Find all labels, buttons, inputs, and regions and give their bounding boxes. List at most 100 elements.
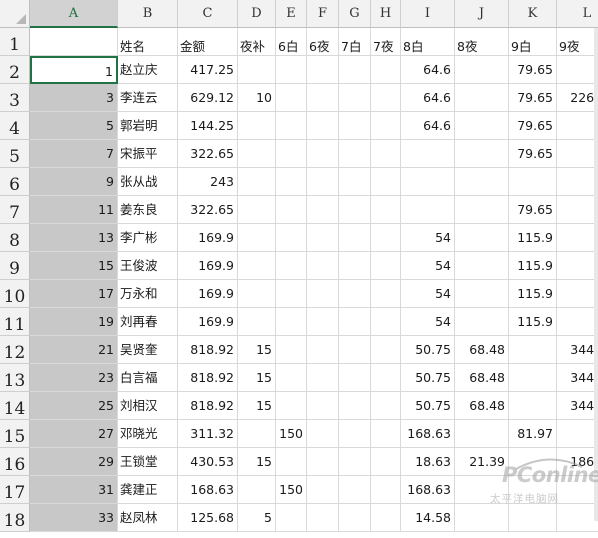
table-cell[interactable]: 79.65 — [509, 56, 557, 84]
table-cell[interactable]: 21.39 — [455, 448, 509, 476]
table-cell[interactable] — [509, 476, 557, 504]
table-cell[interactable] — [307, 392, 339, 420]
table-cell[interactable] — [276, 84, 307, 112]
table-cell[interactable] — [339, 140, 371, 168]
table-cell[interactable] — [276, 140, 307, 168]
table-cell[interactable]: 17 — [30, 280, 118, 308]
table-cell[interactable] — [455, 308, 509, 336]
table-cell[interactable] — [339, 224, 371, 252]
table-cell[interactable] — [307, 196, 339, 224]
table-cell[interactable] — [557, 280, 598, 308]
table-cell[interactable]: 169.9 — [178, 280, 238, 308]
table-cell[interactable]: 186.78 — [557, 448, 598, 476]
table-cell[interactable]: 168.63 — [178, 476, 238, 504]
table-cell[interactable] — [371, 140, 401, 168]
table-cell[interactable]: 15 — [238, 392, 276, 420]
table-cell[interactable]: 818.92 — [178, 392, 238, 420]
row-header-6[interactable]: 6 — [0, 168, 30, 196]
table-cell[interactable]: 5 — [238, 504, 276, 532]
table-cell[interactable]: 150 — [276, 420, 307, 448]
table-cell[interactable] — [307, 252, 339, 280]
table-cell[interactable] — [276, 336, 307, 364]
column-header-f[interactable]: F — [307, 0, 339, 28]
table-cell[interactable] — [339, 420, 371, 448]
table-cell[interactable] — [557, 112, 598, 140]
table-cell[interactable] — [371, 56, 401, 84]
column-header-j[interactable]: J — [455, 0, 509, 28]
table-cell[interactable]: 25 — [30, 392, 118, 420]
table-cell[interactable]: 344.33 — [557, 364, 598, 392]
table-cell[interactable] — [371, 364, 401, 392]
table-cell[interactable]: 白言福 — [118, 364, 178, 392]
table-cell[interactable]: 13 — [30, 224, 118, 252]
table-cell[interactable]: 23 — [30, 364, 118, 392]
table-cell[interactable] — [557, 420, 598, 448]
table-cell[interactable]: 311.32 — [178, 420, 238, 448]
table-cell[interactable] — [307, 448, 339, 476]
table-cell[interactable] — [276, 504, 307, 532]
table-cell[interactable] — [455, 112, 509, 140]
row-header-7[interactable]: 7 — [0, 196, 30, 224]
table-cell[interactable] — [455, 420, 509, 448]
table-cell[interactable] — [307, 308, 339, 336]
row-header-12[interactable]: 12 — [0, 336, 30, 364]
table-cell[interactable] — [509, 364, 557, 392]
row-header-5[interactable]: 5 — [0, 140, 30, 168]
table-cell[interactable] — [371, 392, 401, 420]
table-cell[interactable] — [238, 420, 276, 448]
table-cell[interactable] — [455, 504, 509, 532]
table-cell[interactable] — [307, 336, 339, 364]
table-cell[interactable] — [276, 224, 307, 252]
table-cell[interactable] — [276, 252, 307, 280]
header-label-cell[interactable]: 6夜 — [307, 28, 339, 56]
table-cell[interactable] — [339, 56, 371, 84]
table-cell[interactable]: 81.97 — [509, 420, 557, 448]
table-cell[interactable]: 18.63 — [401, 448, 455, 476]
table-cell[interactable]: 64.6 — [401, 56, 455, 84]
table-cell[interactable] — [276, 280, 307, 308]
row-header-14[interactable]: 14 — [0, 392, 30, 420]
table-cell[interactable] — [307, 420, 339, 448]
header-label-cell[interactable]: 7夜 — [371, 28, 401, 56]
table-cell[interactable]: 79.65 — [509, 112, 557, 140]
table-cell[interactable] — [371, 504, 401, 532]
table-cell[interactable]: 115.9 — [509, 224, 557, 252]
table-cell[interactable]: 629.12 — [178, 84, 238, 112]
table-cell[interactable] — [339, 392, 371, 420]
column-header-a[interactable]: A — [30, 0, 118, 28]
table-cell[interactable]: 50.75 — [401, 336, 455, 364]
table-cell[interactable] — [371, 84, 401, 112]
table-cell[interactable]: 郭岩明 — [118, 112, 178, 140]
table-cell[interactable]: 50.75 — [401, 392, 455, 420]
table-cell[interactable]: 29 — [30, 448, 118, 476]
table-cell[interactable]: 5 — [30, 112, 118, 140]
table-cell[interactable]: 818.92 — [178, 364, 238, 392]
header-label-cell[interactable]: 7白 — [339, 28, 371, 56]
column-header-g[interactable]: G — [339, 0, 371, 28]
table-cell[interactable]: 赵凤林 — [118, 504, 178, 532]
table-cell[interactable]: 15 — [30, 252, 118, 280]
table-cell[interactable] — [371, 448, 401, 476]
table-cell[interactable] — [238, 112, 276, 140]
table-cell[interactable]: 169.9 — [178, 224, 238, 252]
table-cell[interactable] — [339, 168, 371, 196]
column-header-c[interactable]: C — [178, 0, 238, 28]
table-cell[interactable] — [557, 224, 598, 252]
table-cell[interactable] — [557, 140, 598, 168]
table-cell[interactable] — [339, 84, 371, 112]
table-cell[interactable] — [238, 280, 276, 308]
table-cell[interactable] — [455, 280, 509, 308]
table-cell[interactable] — [307, 84, 339, 112]
table-cell[interactable]: 27 — [30, 420, 118, 448]
table-cell[interactable]: 344.33 — [557, 392, 598, 420]
table-cell[interactable] — [455, 224, 509, 252]
table-cell[interactable] — [557, 476, 598, 504]
header-label-cell[interactable]: 8白 — [401, 28, 455, 56]
table-cell[interactable]: 吴贤奎 — [118, 336, 178, 364]
column-header-i[interactable]: I — [401, 0, 455, 28]
header-label-cell[interactable]: 金额 — [178, 28, 238, 56]
table-cell[interactable]: 赵立庆 — [118, 56, 178, 84]
table-cell[interactable] — [371, 196, 401, 224]
table-cell[interactable] — [455, 84, 509, 112]
table-cell[interactable]: 226.47 — [557, 84, 598, 112]
